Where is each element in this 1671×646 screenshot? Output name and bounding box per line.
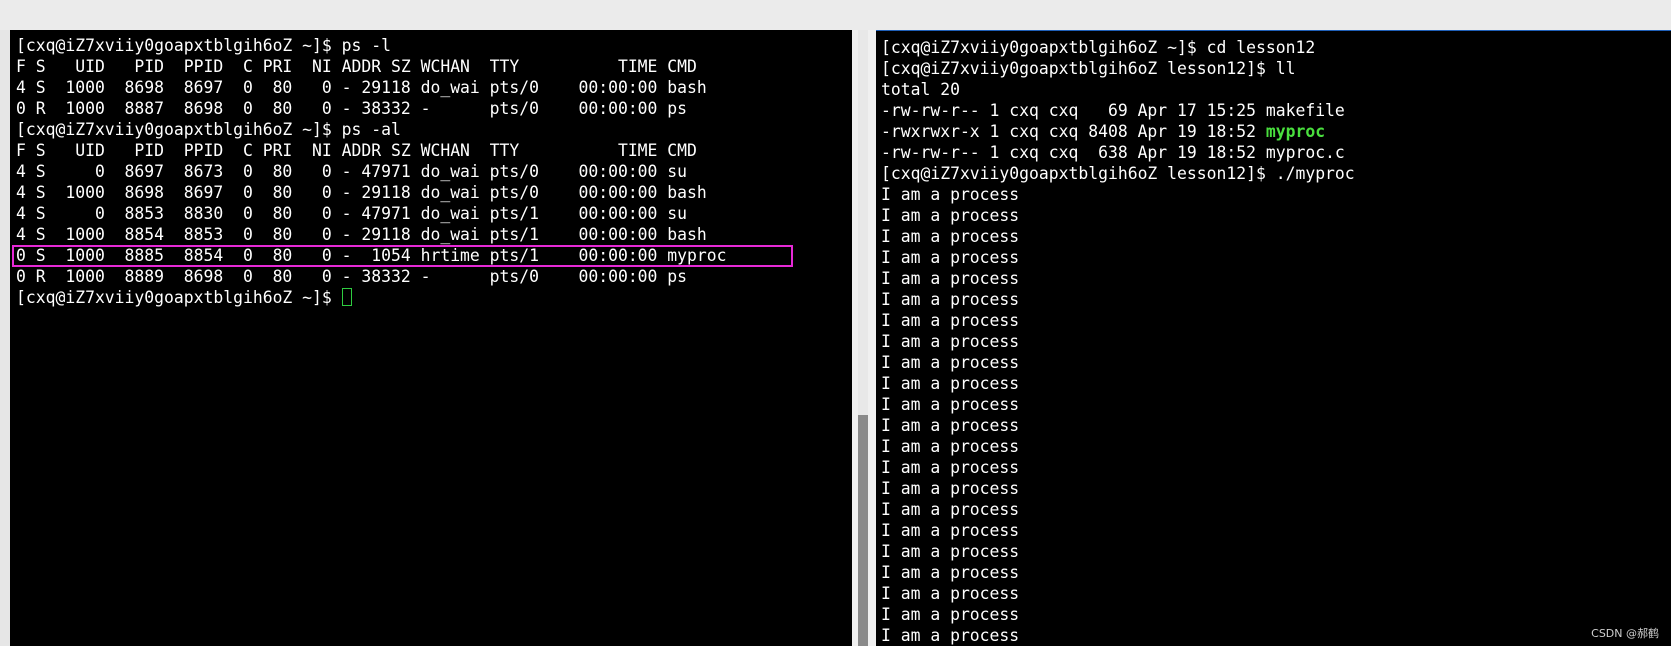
terminal-line: 4 S 1000 8698 8697 0 80 0 - 29118 do_wai… <box>16 78 707 97</box>
terminal-line: [cxq@iZ7xviiy0goapxtblgih6oZ lesson12]$ … <box>881 164 1355 183</box>
process-output-line: I am a process <box>881 479 1020 498</box>
left-scrollbar-thumb[interactable] <box>858 415 868 646</box>
file-info: -rwxrwxr-x 1 cxq cxq 8408 Apr 19 18:52 <box>881 122 1266 141</box>
terminal-line: [cxq@iZ7xviiy0goapxtblgih6oZ lesson12]$ … <box>881 59 1296 78</box>
terminal-line: F S UID PID PPID C PRI NI ADDR SZ WCHAN … <box>16 57 697 76</box>
process-output-line: I am a process <box>881 626 1020 645</box>
terminal-line: 4 S 1000 8698 8697 0 80 0 - 29118 do_wai… <box>16 183 707 202</box>
prompt-text: [cxq@iZ7xviiy0goapxtblgih6oZ ~]$ <box>16 288 342 307</box>
left-terminal-output: [cxq@iZ7xviiy0goapxtblgih6oZ ~]$ ps -l F … <box>16 35 727 308</box>
process-output-line: I am a process <box>881 563 1020 582</box>
terminal-line: -rw-rw-r-- 1 cxq cxq 69 Apr 17 15:25 mak… <box>881 101 1345 120</box>
process-output-line: I am a process <box>881 458 1020 477</box>
process-output-line: I am a process <box>881 185 1020 204</box>
left-terminal-pane[interactable]: [cxq@iZ7xviiy0goapxtblgih6oZ ~]$ ps -l F … <box>10 30 852 646</box>
terminal-line: [cxq@iZ7xviiy0goapxtblgih6oZ ~]$ ps -al <box>16 120 401 139</box>
process-output-line: I am a process <box>881 605 1020 624</box>
terminal-line: [cxq@iZ7xviiy0goapxtblgih6oZ ~]$ ps -l <box>16 36 391 55</box>
terminal-line: 4 S 0 8853 8830 0 80 0 - 47971 do_wai pt… <box>16 204 688 223</box>
process-output-line: I am a process <box>881 416 1020 435</box>
process-output-line: I am a process <box>881 311 1020 330</box>
process-output-line: I am a process <box>881 395 1020 414</box>
terminal-line: 4 S 0 8697 8673 0 80 0 - 47971 do_wai pt… <box>16 162 688 181</box>
terminal-line: -rw-rw-r-- 1 cxq cxq 638 Apr 19 18:52 my… <box>881 143 1345 162</box>
process-output-line: I am a process <box>881 437 1020 456</box>
window-top-bar <box>0 0 1671 30</box>
left-edge <box>0 30 10 646</box>
process-output-line: I am a process <box>881 584 1020 603</box>
terminal-line-executable: -rwxrwxr-x 1 cxq cxq 8408 Apr 19 18:52 m… <box>881 121 1355 142</box>
process-output-line: I am a process <box>881 542 1020 561</box>
terminal-line: 0 R 1000 8887 8698 0 80 0 - 38332 - pts/… <box>16 99 688 118</box>
right-terminal-pane[interactable]: [cxq@iZ7xviiy0goapxtblgih6oZ ~]$ cd less… <box>876 30 1671 646</box>
process-output-line: I am a process <box>881 374 1020 393</box>
process-output-line: I am a process <box>881 290 1020 309</box>
pane-splitter[interactable] <box>852 30 876 646</box>
process-output-line: I am a process <box>881 248 1020 267</box>
myproc-highlight-box <box>12 245 793 267</box>
process-output-line: I am a process <box>881 269 1020 288</box>
terminal-line: F S UID PID PPID C PRI NI ADDR SZ WCHAN … <box>16 141 697 160</box>
terminal-line: [cxq@iZ7xviiy0goapxtblgih6oZ ~]$ cd less… <box>881 38 1316 57</box>
right-terminal-output: [cxq@iZ7xviiy0goapxtblgih6oZ ~]$ cd less… <box>881 37 1355 646</box>
process-output-line: I am a process <box>881 227 1020 246</box>
process-output-line: I am a process <box>881 500 1020 519</box>
terminal-line: total 20 <box>881 80 960 99</box>
process-output-line: I am a process <box>881 521 1020 540</box>
terminal-line: 0 R 1000 8889 8698 0 80 0 - 38332 - pts/… <box>16 267 688 286</box>
process-output-line: I am a process <box>881 206 1020 225</box>
process-output-line: I am a process <box>881 353 1020 372</box>
edge-artifact <box>0 92 6 106</box>
process-output-line: I am a process <box>881 332 1020 351</box>
text-cursor <box>341 288 352 306</box>
executable-filename: myproc <box>1265 122 1326 141</box>
terminal-prompt-line: [cxq@iZ7xviiy0goapxtblgih6oZ ~]$ <box>16 287 727 308</box>
csdn-watermark: CSDN @郝鹤 <box>1591 627 1659 640</box>
terminal-line: 4 S 1000 8854 8853 0 80 0 - 29118 do_wai… <box>16 225 707 244</box>
